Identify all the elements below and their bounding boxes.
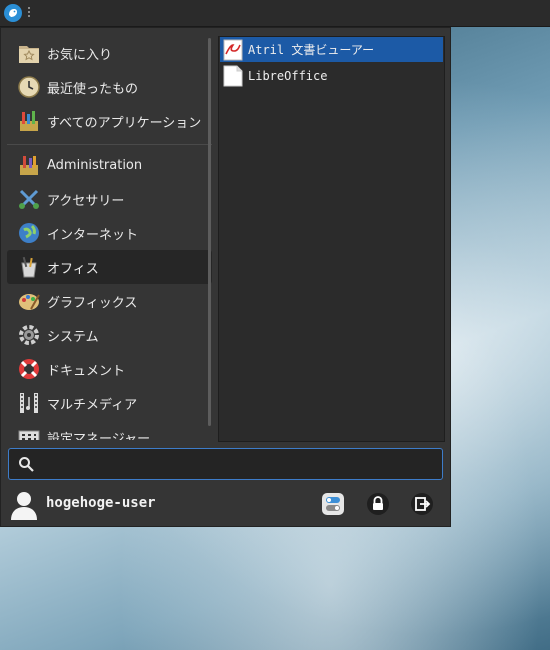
category-label: オフィス	[47, 261, 99, 277]
multimedia-icon	[17, 391, 41, 415]
category-graphics[interactable]: グラフィックス	[7, 284, 212, 318]
category-internet[interactable]: インターネット	[7, 216, 212, 250]
documentation-icon	[17, 357, 41, 381]
category-label: グラフィックス	[47, 295, 138, 311]
category-recent[interactable]: 最近使ったもの	[7, 70, 212, 104]
app-label: Atril 文書ビューアー	[248, 43, 375, 57]
category-label: 設定マネージャー	[47, 431, 151, 441]
category-label: Administration	[47, 157, 143, 173]
avatar[interactable]	[9, 490, 39, 520]
all-apps-icon	[17, 109, 41, 133]
settings-manager-icon	[17, 425, 41, 440]
lock-icon[interactable]	[366, 492, 390, 516]
app-item-libreoffice[interactable]: LibreOffice	[220, 63, 443, 88]
category-label: システム	[47, 329, 99, 345]
panel-handle-icon[interactable]	[27, 7, 31, 19]
atril-icon	[223, 39, 243, 61]
category-system[interactable]: システム	[7, 318, 212, 352]
search-icon	[18, 456, 34, 472]
category-scrollbar[interactable]	[208, 38, 211, 426]
category-accessories[interactable]: アクセサリー	[7, 182, 212, 216]
graphics-icon	[17, 289, 41, 313]
office-icon	[17, 255, 41, 279]
category-label: インターネット	[47, 227, 139, 243]
logout-icon[interactable]	[410, 492, 434, 516]
top-panel	[0, 0, 550, 27]
category-documentation[interactable]: ドキュメント	[7, 352, 212, 386]
accessories-icon	[17, 187, 41, 211]
user-bar: hogehoge-user	[1, 484, 450, 524]
category-label: 最近使ったもの	[47, 81, 139, 97]
whisker-menu-icon[interactable]	[4, 4, 22, 22]
category-administration[interactable]: Administration	[7, 148, 212, 182]
category-settings-manager[interactable]: 設定マネージャー	[7, 420, 212, 440]
application-list: Atril 文書ビューアー LibreOffice	[218, 36, 445, 442]
category-label: すべてのアプリケーション	[47, 115, 202, 131]
libreoffice-icon	[223, 65, 243, 87]
category-label: お気に入り	[47, 47, 113, 63]
category-office[interactable]: オフィス	[7, 250, 212, 284]
search-input[interactable]	[41, 453, 440, 475]
category-multimedia[interactable]: マルチメディア	[7, 386, 212, 420]
app-label: LibreOffice	[248, 68, 328, 83]
category-label: マルチメディア	[47, 397, 138, 413]
favorites-icon	[17, 41, 41, 65]
settings-toggle-icon[interactable]	[321, 492, 345, 516]
category-label: ドキュメント	[47, 363, 126, 379]
category-label: アクセサリー	[47, 193, 125, 209]
search-box[interactable]	[8, 448, 443, 480]
app-item-atril[interactable]: Atril 文書ビューアー	[220, 37, 443, 62]
category-all-apps[interactable]: すべてのアプリケーション	[7, 104, 212, 138]
category-favorites[interactable]: お気に入り	[7, 36, 212, 70]
username: hogehoge-user	[46, 495, 156, 511]
whisker-menu: お気に入り 最近使ったもの すべてのアプリケーション Administratio…	[0, 27, 451, 527]
administration-icon	[17, 153, 41, 177]
internet-icon	[17, 221, 41, 245]
category-list: お気に入り 最近使ったもの すべてのアプリケーション Administratio…	[7, 36, 212, 440]
system-icon	[17, 323, 41, 347]
recent-icon	[17, 75, 41, 99]
category-divider	[7, 144, 212, 145]
